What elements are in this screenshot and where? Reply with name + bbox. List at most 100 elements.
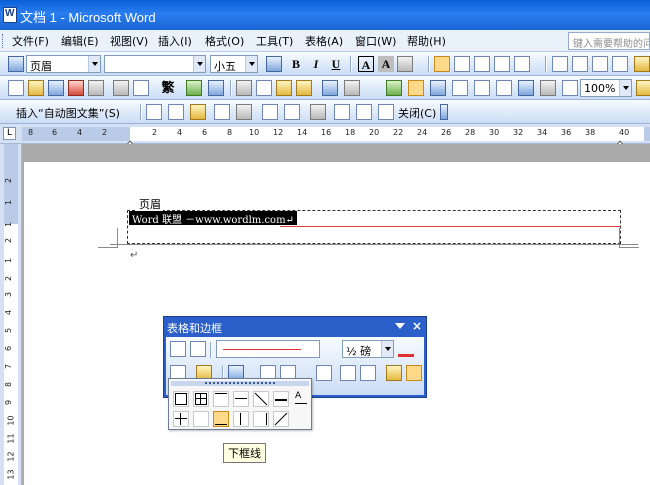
toolbar-options-icon[interactable]	[440, 104, 448, 120]
menu-grip-handle[interactable]	[2, 34, 5, 48]
link-to-previous-icon[interactable]	[310, 104, 326, 120]
spelling-icon[interactable]	[186, 80, 202, 96]
decrease-indent-icon[interactable]	[592, 56, 608, 72]
line-weight-combo[interactable]: ½ 磅	[342, 340, 394, 358]
asian-layout-icon[interactable]	[397, 56, 413, 72]
copy-icon[interactable]	[256, 80, 272, 96]
menu-view[interactable]: 视图(V)	[110, 33, 148, 49]
insert-page-number-icon[interactable]	[146, 104, 162, 120]
menu-file[interactable]: 文件(F)	[12, 33, 49, 49]
right-indent-marker[interactable]	[614, 136, 626, 147]
distributed-align-icon[interactable]	[494, 56, 510, 72]
no-border-icon[interactable]	[193, 411, 209, 427]
character-shading-button[interactable]: A	[378, 56, 394, 72]
menu-edit[interactable]: 编辑(E)	[61, 33, 99, 49]
chevron-down-icon[interactable]	[245, 56, 257, 72]
save-icon[interactable]	[48, 80, 64, 96]
research-icon[interactable]	[208, 80, 224, 96]
top-border-icon[interactable]	[213, 391, 229, 407]
show-next-icon[interactable]	[378, 104, 394, 120]
show-previous-icon[interactable]	[356, 104, 372, 120]
font-combo[interactable]	[104, 55, 206, 73]
format-painter-icon[interactable]	[296, 80, 312, 96]
hyperlink-icon[interactable]	[386, 80, 402, 96]
align-justify-icon[interactable]	[434, 56, 450, 72]
format-page-number-icon[interactable]	[190, 104, 206, 120]
insert-table-icon[interactable]	[430, 80, 446, 96]
formula-icon[interactable]	[266, 56, 282, 72]
insert-autotext-button[interactable]: 插入“自动图文集”(S)	[16, 105, 120, 121]
character-border-button[interactable]: A	[358, 56, 374, 72]
cut-icon[interactable]	[236, 80, 252, 96]
align-center-icon[interactable]	[454, 56, 470, 72]
undo-icon[interactable]	[322, 80, 338, 96]
insert-date-icon[interactable]	[214, 104, 230, 120]
zoom-combo[interactable]: 100%	[580, 79, 632, 97]
palette-drag-handle[interactable]	[171, 381, 309, 386]
show-hide-icon[interactable]	[540, 80, 556, 96]
right-border-icon[interactable]	[253, 411, 269, 427]
bold-button[interactable]: B	[288, 56, 304, 72]
toolbar-title[interactable]: 表格和边框	[167, 320, 222, 336]
print-preview-icon[interactable]	[133, 80, 149, 96]
tables-and-borders-icon[interactable]	[408, 80, 424, 96]
border-color-icon[interactable]	[398, 341, 414, 357]
permission-icon[interactable]	[68, 80, 84, 96]
styles-pane-icon[interactable]	[8, 56, 24, 72]
menu-insert[interactable]: 插入(I)	[158, 33, 192, 49]
menu-help[interactable]: 帮助(H)	[407, 33, 446, 49]
help-icon[interactable]	[636, 80, 650, 96]
drawing-icon[interactable]	[496, 80, 512, 96]
chevron-down-icon[interactable]	[88, 56, 100, 72]
inside-borders-icon[interactable]	[173, 411, 189, 427]
show-gridlines-icon[interactable]	[406, 365, 422, 381]
bullets-icon[interactable]	[572, 56, 588, 72]
numbering-icon[interactable]	[552, 56, 568, 72]
horizontal-line-icon[interactable]	[273, 391, 289, 407]
all-borders-icon[interactable]	[193, 391, 209, 407]
menu-window[interactable]: 窗口(W)	[355, 33, 396, 49]
close-header-footer-button[interactable]: 关闭(C)	[398, 105, 436, 121]
insert-excel-icon[interactable]	[452, 80, 468, 96]
new-document-icon[interactable]	[8, 80, 24, 96]
font-size-combo[interactable]: 小五	[210, 55, 258, 73]
traditional-chinese-button[interactable]: 繁	[160, 80, 176, 96]
table-autoformat-icon[interactable]	[386, 365, 402, 381]
paste-icon[interactable]	[276, 80, 292, 96]
print-icon[interactable]	[113, 80, 129, 96]
underline-button[interactable]: U	[328, 56, 344, 72]
line-style-combo[interactable]	[216, 340, 320, 358]
open-folder-icon[interactable]	[28, 80, 44, 96]
document-map-icon[interactable]	[518, 80, 534, 96]
chevron-down-icon[interactable]	[619, 80, 631, 96]
align-cells-icon[interactable]	[316, 365, 332, 381]
eraser-icon[interactable]	[190, 341, 206, 357]
menu-table[interactable]: 表格(A)	[305, 33, 343, 49]
chevron-down-icon[interactable]	[381, 341, 393, 357]
inside-vertical-border-icon[interactable]	[233, 411, 249, 427]
columns-icon[interactable]	[474, 80, 490, 96]
chevron-down-icon[interactable]	[193, 56, 205, 72]
left-indent-marker[interactable]	[124, 136, 136, 147]
line-spacing-icon[interactable]	[514, 56, 530, 72]
show-hide-document-text-icon[interactable]	[284, 104, 300, 120]
style-combo[interactable]: 页眉	[26, 55, 101, 73]
text-borders-icon[interactable]: A	[293, 391, 309, 407]
italic-button[interactable]: I	[308, 56, 324, 72]
menu-format[interactable]: 格式(O)	[205, 33, 244, 49]
align-right-icon[interactable]	[474, 56, 490, 72]
redo-icon[interactable]	[344, 80, 360, 96]
toolbar-options-chevron-icon[interactable]	[395, 321, 405, 331]
help-search-box[interactable]: 键入需要帮助的问题	[568, 32, 650, 50]
menu-tools[interactable]: 工具(T)	[256, 33, 293, 49]
header-selected-text[interactable]: Word 联盟 －www.wordlm.com↵	[129, 211, 297, 226]
highlight-icon[interactable]	[634, 56, 650, 72]
outside-borders-icon[interactable]	[173, 391, 189, 407]
insert-time-icon[interactable]	[236, 104, 252, 120]
distribute-rows-icon[interactable]	[340, 365, 356, 381]
draw-table-icon[interactable]	[170, 341, 186, 357]
bottom-border-icon[interactable]	[213, 411, 229, 427]
increase-indent-icon[interactable]	[612, 56, 628, 72]
tab-selector[interactable]: L	[3, 127, 16, 140]
diagonal-down-border-icon[interactable]	[253, 391, 269, 407]
